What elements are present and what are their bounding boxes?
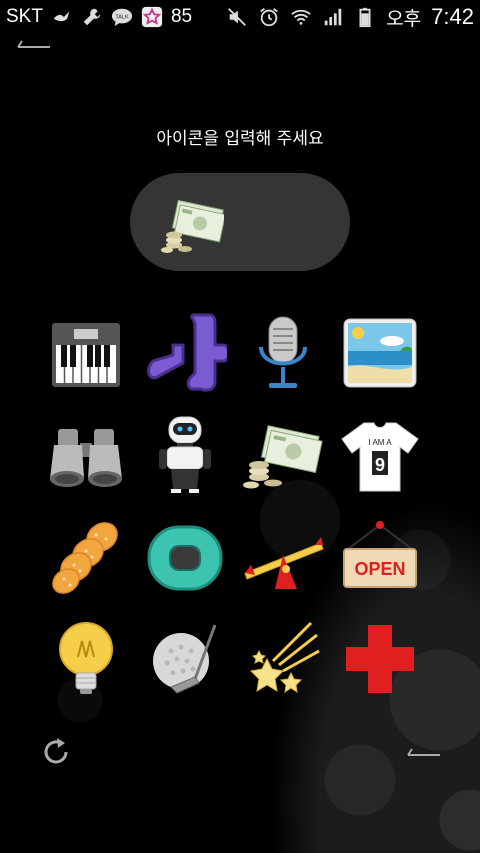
bird-icon bbox=[53, 11, 70, 22]
robot-icon bbox=[159, 416, 211, 493]
golf-icon bbox=[153, 624, 217, 694]
talk-icon: TALK bbox=[111, 8, 133, 27]
binoculars-icon bbox=[50, 429, 122, 487]
svg-text:9: 9 bbox=[375, 455, 385, 475]
green-donut-icon bbox=[147, 525, 223, 591]
icon-cell[interactable] bbox=[38, 407, 134, 503]
mute-icon bbox=[228, 8, 247, 26]
icon-cell[interactable] bbox=[137, 305, 233, 401]
red-cross-icon bbox=[346, 625, 414, 693]
wrench-icon bbox=[83, 8, 101, 26]
twisted-snack-icon bbox=[52, 522, 118, 594]
open-sign-icon: OPEN bbox=[343, 521, 417, 588]
carrier-label: SKT bbox=[6, 6, 43, 27]
piano-icon bbox=[52, 323, 120, 387]
alarm-icon bbox=[260, 8, 279, 27]
money-icon bbox=[243, 425, 323, 489]
clock-time: 7:42 bbox=[431, 4, 474, 29]
star-app-icon bbox=[141, 6, 163, 28]
refresh-icon[interactable] bbox=[40, 736, 72, 768]
beach-picture-icon bbox=[343, 318, 417, 388]
icon-cell[interactable]: I AM A 9 bbox=[332, 407, 428, 503]
icon-cell[interactable] bbox=[137, 509, 233, 605]
icon-cell[interactable]: OPEN bbox=[332, 509, 428, 605]
hangul-na-icon bbox=[147, 313, 227, 392]
money-icon bbox=[161, 199, 224, 253]
icon-cell[interactable] bbox=[235, 509, 331, 605]
ampm-label: 오후 bbox=[386, 8, 422, 30]
icon-cell[interactable] bbox=[235, 305, 331, 401]
icon-cell[interactable] bbox=[235, 611, 331, 707]
battery-icon bbox=[359, 7, 371, 28]
wifi-icon bbox=[291, 9, 311, 25]
icon-cell[interactable] bbox=[137, 407, 233, 503]
prompt-text: 아이콘을 입력해 주세요 bbox=[156, 129, 324, 149]
back-arrow-icon[interactable] bbox=[16, 38, 52, 52]
back-arrow-icon[interactable] bbox=[406, 746, 442, 760]
icon-cell[interactable] bbox=[137, 611, 233, 707]
microphone-icon bbox=[259, 316, 307, 388]
icon-cell[interactable] bbox=[38, 509, 134, 605]
battery-percent: 85 bbox=[170, 6, 193, 27]
icon-cell[interactable] bbox=[38, 305, 134, 401]
status-bar: SKT TALK 85 오후 7:42 bbox=[0, 0, 480, 34]
icon-input-field[interactable] bbox=[130, 173, 350, 271]
icon-cell[interactable] bbox=[332, 305, 428, 401]
icon-cell[interactable] bbox=[235, 407, 331, 503]
lightbulb-icon bbox=[59, 622, 113, 694]
icon-cell[interactable] bbox=[38, 611, 134, 707]
svg-text:TALK: TALK bbox=[115, 14, 129, 20]
signal-icon bbox=[324, 8, 342, 26]
tshirt-icon: I AM A 9 bbox=[341, 422, 419, 492]
shooting-stars-icon bbox=[249, 621, 320, 694]
icon-cell[interactable] bbox=[332, 611, 428, 707]
svg-text:I AM A: I AM A bbox=[368, 438, 392, 447]
seesaw-icon bbox=[244, 537, 324, 589]
svg-text:OPEN: OPEN bbox=[354, 559, 405, 579]
